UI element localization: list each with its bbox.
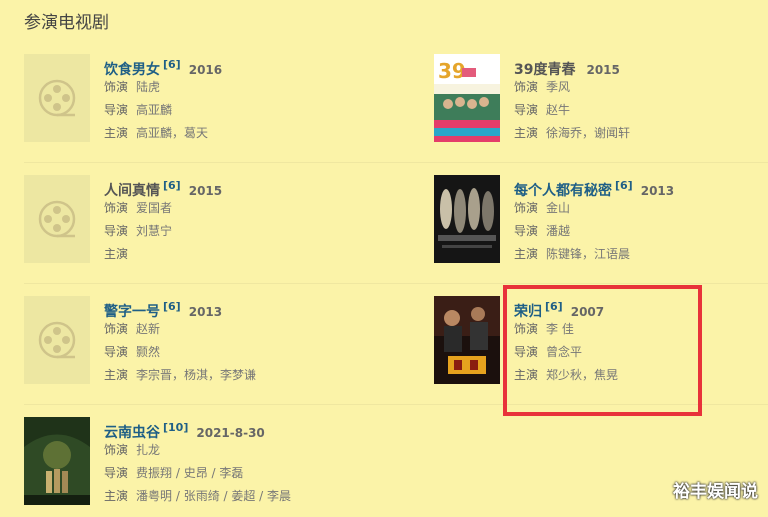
row-divider <box>24 162 768 163</box>
role-value: 扎龙 <box>136 443 161 457</box>
cast-value: 李宗晋，杨淇，李梦谦 <box>136 368 257 382</box>
reference-note[interactable]: [6] <box>163 300 181 313</box>
cast-value: 潘粤明 / 张雨绮 / 姜超 / 李晨 <box>136 489 292 503</box>
drama-item: 人间真情 [6] 2015 饰演 爱国者 导演 刘慧宁 主演 <box>24 175 364 275</box>
director-value: 费振翔 / 史昂 / 李磊 <box>136 466 244 480</box>
drama-year: 2015 <box>188 184 223 198</box>
cast-label: 主演 <box>104 368 129 382</box>
drama-year: 2013 <box>188 305 223 319</box>
role-value: 赵新 <box>136 322 161 336</box>
role-value: 爱国者 <box>136 201 173 215</box>
reference-note[interactable]: [6] <box>615 179 633 192</box>
role-label: 饰演 <box>514 201 539 215</box>
poster-image[interactable] <box>434 296 500 384</box>
film-reel-icon <box>38 79 76 117</box>
poster-image[interactable] <box>434 175 500 263</box>
cast-label: 主演 <box>104 126 129 140</box>
drama-item: 饮食男女 [6] 2016 饰演 陆虎 导演 高亚麟 主演 高亚麟，葛天 <box>24 54 364 154</box>
svg-text:39: 39 <box>438 59 466 83</box>
reference-note[interactable]: [6] <box>163 179 181 192</box>
cast-label: 主演 <box>514 247 539 261</box>
role-label: 饰演 <box>104 201 129 215</box>
drama-year: 2013 <box>640 184 675 198</box>
poster-image[interactable] <box>24 417 90 505</box>
director-label: 导演 <box>514 224 539 238</box>
reference-note[interactable]: [10] <box>163 421 188 434</box>
drama-year: 2015 <box>586 63 620 77</box>
director-label: 导演 <box>104 466 129 480</box>
poster-placeholder <box>24 54 90 142</box>
section-title: 参演电视剧 <box>24 13 109 33</box>
cast-value: 徐海乔，谢闻轩 <box>546 126 631 140</box>
role-label: 饰演 <box>104 80 129 94</box>
cast-label: 主演 <box>104 489 129 503</box>
director-label: 导演 <box>104 103 129 117</box>
director-label: 导演 <box>514 103 539 117</box>
drama-item: 云南虫谷 [10] 2021-8-30 饰演 扎龙 导演 费振翔 / 史昂 / 李磊 主… <box>24 417 364 517</box>
watermark: 裕丰娱闻说 <box>673 482 758 502</box>
director-value: 高亚麟 <box>136 103 173 117</box>
cast-value: 陈键锋，江语晨 <box>546 247 631 261</box>
director-value: 颢然 <box>136 345 161 359</box>
role-label: 饰演 <box>104 443 129 457</box>
director-value: 刘慧宁 <box>136 224 173 238</box>
film-reel-icon <box>38 321 76 359</box>
director-value: 潘越 <box>546 224 571 238</box>
film-reel-icon <box>38 200 76 238</box>
drama-item: 39 39度青春 2015 饰演 季风 导演 赵牛 主演 徐海乔，谢闻轩 <box>434 54 768 154</box>
role-label: 饰演 <box>104 322 129 336</box>
drama-item: 每个人都有秘密 [6] 2013 饰演 金山 导演 潘越 主演 陈键锋，江语晨 <box>434 175 768 275</box>
role-value: 陆虎 <box>136 80 161 94</box>
drama-year: 2021-8-30 <box>196 426 265 440</box>
poster-placeholder <box>24 175 90 263</box>
reference-note[interactable]: [6] <box>163 58 181 71</box>
row-divider <box>24 283 768 284</box>
drama-year: 2016 <box>188 63 223 77</box>
director-label: 导演 <box>104 224 129 238</box>
director-value: 赵牛 <box>546 103 571 117</box>
drama-item: 警字一号 [6] 2013 饰演 赵新 导演 颢然 主演 李宗晋，杨淇，李梦谦 <box>24 296 364 396</box>
role-value: 金山 <box>546 201 571 215</box>
director-label: 导演 <box>104 345 129 359</box>
poster-placeholder <box>24 296 90 384</box>
role-value: 季风 <box>546 80 571 94</box>
role-label: 饰演 <box>514 80 539 94</box>
cast-label: 主演 <box>514 126 539 140</box>
poster-image[interactable]: 39 <box>434 54 500 142</box>
highlight-box <box>503 285 702 416</box>
cast-label: 主演 <box>104 247 129 261</box>
cast-value: 高亚麟，葛天 <box>136 126 209 140</box>
